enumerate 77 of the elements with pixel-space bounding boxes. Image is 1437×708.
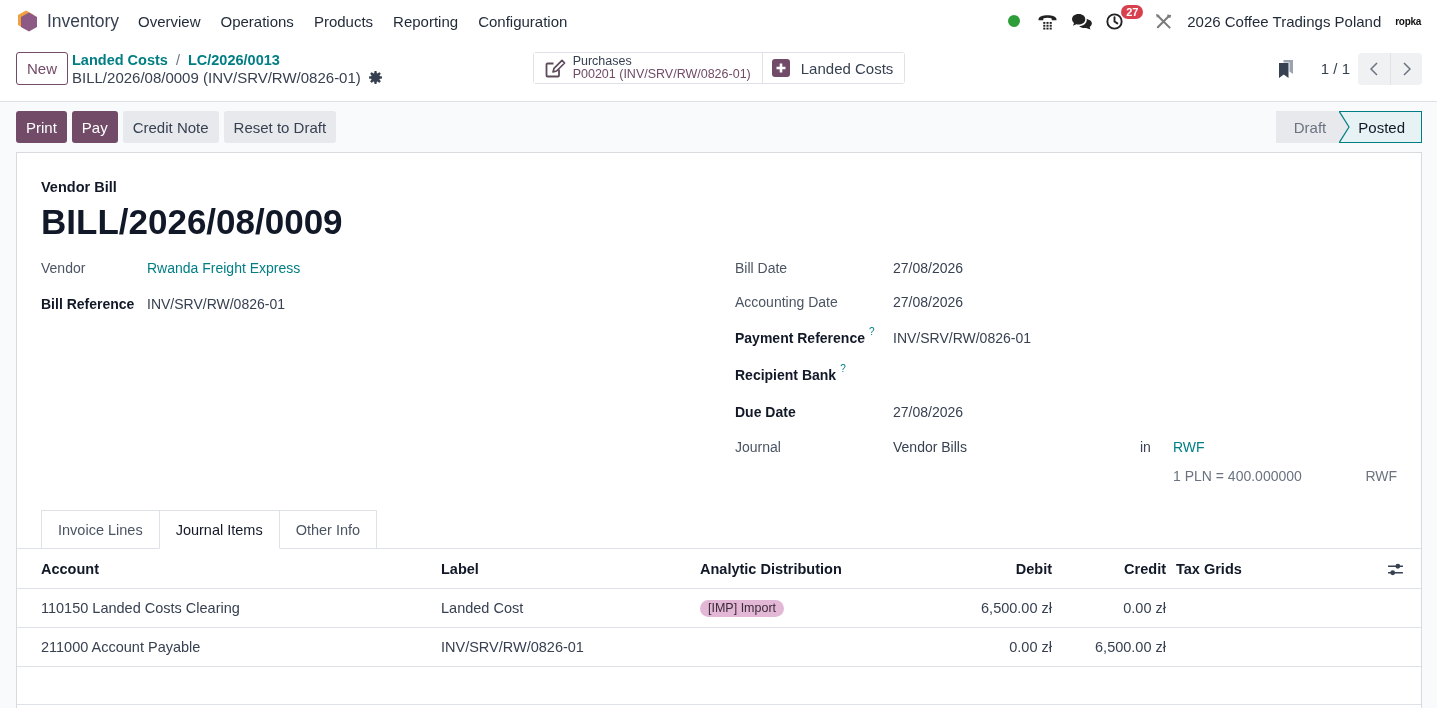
chat-icon[interactable] — [1071, 12, 1093, 30]
rate-currency: RWF — [1365, 468, 1397, 484]
field-link[interactable]: Rwanda Freight Express — [147, 260, 301, 276]
field-label: Bill Date — [735, 260, 788, 276]
help-tooltip[interactable]: ? — [868, 326, 875, 337]
field-label: Payment Reference — [735, 329, 865, 346]
smart-button-label: Purchases — [572, 54, 632, 68]
table-cell: 0.00 zł — [1123, 600, 1166, 616]
column-header[interactable]: Analytic Distribution — [700, 560, 842, 577]
status-step[interactable]: Draft — [1275, 111, 1340, 143]
chevron-left-icon — [1370, 61, 1378, 76]
plus-square-icon — [771, 59, 790, 77]
column-header[interactable]: Label — [441, 560, 479, 577]
currency-connector: in — [1140, 439, 1151, 455]
smart-button-value: P00201 (INV/SRV/RW/0826-01) — [572, 68, 751, 82]
analytic-tag[interactable]: [IMP] Import — [700, 600, 785, 617]
exchange-rate: 1 PLN = 400.000000 — [1173, 468, 1302, 484]
status-dot-icon — [1008, 15, 1021, 27]
breadcrumb-link[interactable]: Landed Costs — [72, 52, 168, 69]
breadcrumb-separator: / — [175, 52, 180, 69]
app-logo-icon[interactable] — [17, 10, 38, 32]
smart-button[interactable]: Landed Costs — [761, 53, 905, 83]
column-header[interactable]: Account — [41, 560, 99, 577]
new-button[interactable]: New — [16, 52, 68, 85]
field-label: Recipient Bank — [735, 366, 837, 383]
settings-icon[interactable] — [368, 71, 382, 84]
bookmark-icon[interactable] — [1278, 59, 1293, 78]
field-label: Journal — [735, 439, 781, 455]
column-header[interactable]: Debit — [1015, 560, 1052, 577]
table-cell: 211000 Account Payable — [41, 639, 201, 655]
tab[interactable]: Other Info — [278, 510, 378, 549]
field-label: Vendor — [41, 260, 86, 276]
table-cell: 6,500.00 zł — [981, 600, 1052, 616]
column-header[interactable]: Credit — [1124, 560, 1166, 577]
pager-counter[interactable]: 1 / 1 — [1320, 60, 1350, 77]
app-name[interactable]: Inventory — [47, 10, 119, 32]
field-value: INV/SRV/RW/0826-01 — [147, 295, 285, 312]
clock-icon[interactable] — [1106, 12, 1124, 30]
status-step[interactable]: Posted — [1339, 111, 1422, 143]
column-header[interactable]: Tax Grids — [1176, 560, 1242, 577]
breadcrumb-link[interactable]: LC/2026/0013 — [187, 52, 280, 69]
field-value: Vendor Bills — [893, 439, 967, 455]
menu-item[interactable]: Operations — [220, 12, 294, 30]
field-value: 27/08/2026 — [893, 294, 964, 310]
tab[interactable]: Journal Items — [158, 510, 280, 549]
table-cell: 0.00 zł — [1009, 639, 1052, 655]
table-cell: Landed Cost — [441, 600, 524, 616]
tab[interactable]: Invoice Lines — [41, 510, 160, 549]
field-value: INV/SRV/RW/0826-01 — [893, 329, 1031, 346]
record-title: BILL/2026/08/0009 (INV/SRV/RW/0826-01) — [72, 69, 361, 86]
action-button[interactable]: Reset to Draft — [223, 111, 337, 143]
table-cell: 6,500.00 zł — [1095, 639, 1166, 655]
edit-icon — [544, 58, 566, 78]
menu-item[interactable]: Overview — [138, 12, 201, 30]
company-name[interactable]: 2026 Coffee Tradings Poland — [1187, 12, 1382, 30]
table-cell: 110150 Landed Costs Clearing — [41, 600, 240, 616]
tools-icon[interactable] — [1155, 12, 1173, 30]
field-value: 27/08/2026 — [893, 403, 964, 420]
field-label: Due Date — [735, 403, 796, 420]
chevron-right-icon — [1402, 61, 1411, 76]
currency-link[interactable]: RWF — [1173, 439, 1205, 455]
phone-icon[interactable] — [1038, 12, 1058, 30]
menu-item[interactable]: Configuration — [478, 12, 568, 30]
menu-item[interactable]: Reporting — [393, 12, 459, 30]
action-button[interactable]: Credit Note — [122, 111, 219, 143]
notification-badge: 27 — [1121, 4, 1144, 19]
sliders-icon[interactable] — [1388, 563, 1403, 577]
field-label: Accounting Date — [735, 294, 838, 310]
field-value: 27/08/2026 — [893, 260, 964, 276]
document-type: Vendor Bill — [41, 178, 118, 197]
field-label: Bill Reference — [41, 295, 135, 312]
document-title: BILL/2026/08/0009 — [41, 201, 344, 243]
action-button[interactable]: Pay — [71, 111, 118, 143]
help-tooltip[interactable]: ? — [840, 363, 846, 374]
table-cell: INV/SRV/RW/0826-01 — [441, 639, 584, 655]
menu-item[interactable]: Products — [313, 12, 374, 30]
action-button[interactable]: Print — [16, 111, 67, 143]
